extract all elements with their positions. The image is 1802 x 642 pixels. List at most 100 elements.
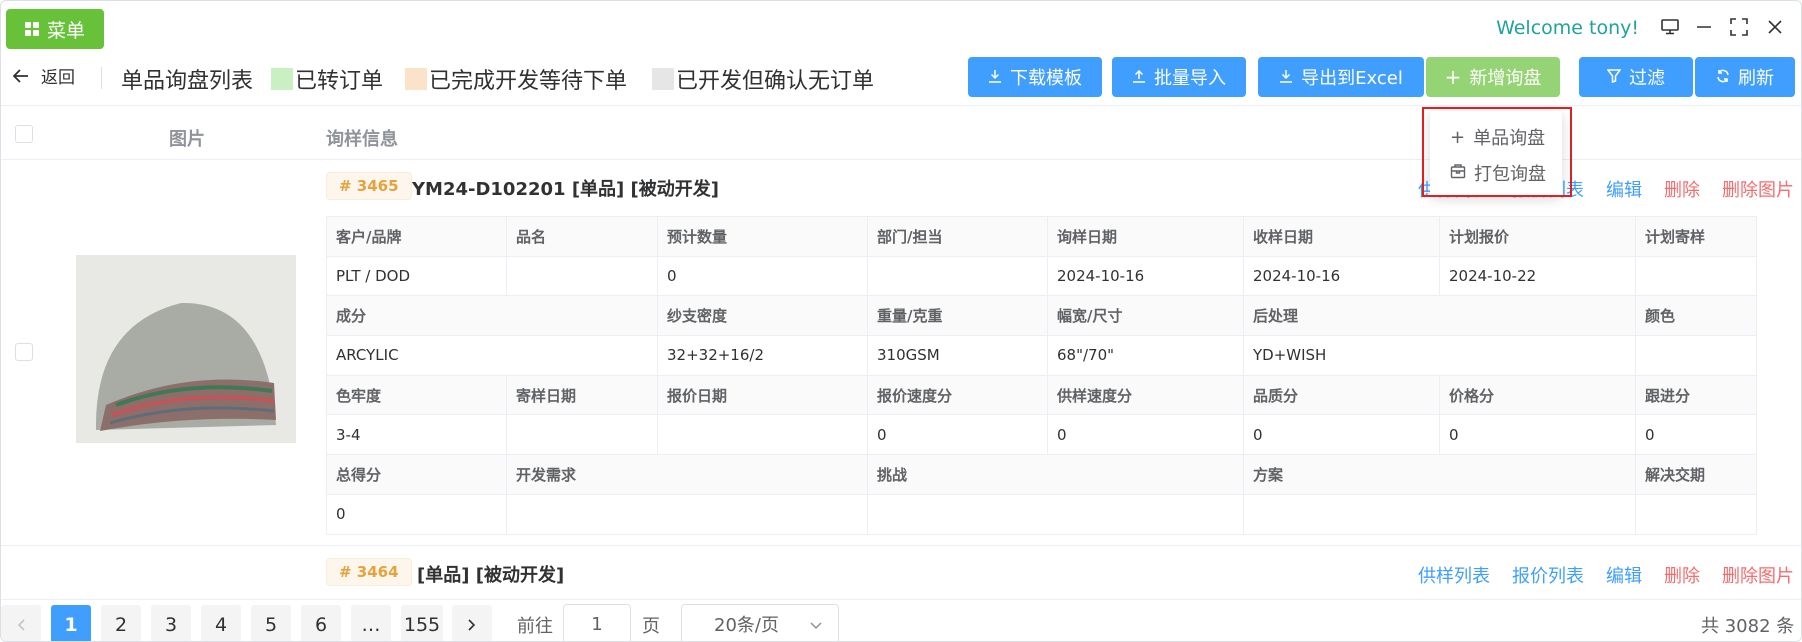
page-unit-label: 页: [642, 616, 660, 637]
field-value: YD+WISH: [1243, 335, 1636, 376]
field-value: 0: [1439, 414, 1636, 456]
chevron-right-icon: [468, 614, 476, 636]
field-label: 后处理: [1243, 295, 1636, 337]
edit-link[interactable]: 编辑: [1606, 562, 1642, 588]
filter-label: 过滤: [1629, 68, 1665, 89]
field-label: 幅宽/尺寸: [1047, 295, 1244, 337]
legend-label: 已开发但确认无订单: [676, 69, 875, 94]
page-number[interactable]: 6: [301, 605, 341, 641]
field-value: 2024-10-16: [1243, 255, 1440, 297]
menu-button[interactable]: 菜单: [6, 9, 104, 49]
field-value: [867, 255, 1048, 297]
page-size-select[interactable]: 20条/页: [681, 604, 839, 641]
field-value: 310GSM: [867, 335, 1048, 376]
new-inquiry-button[interactable]: + 新增询盘: [1426, 57, 1560, 97]
page-title: 单品询盘列表: [121, 69, 254, 94]
delete-link[interactable]: 删除: [1664, 176, 1700, 202]
edit-link[interactable]: 编辑: [1606, 176, 1642, 202]
highlight-box: [1422, 107, 1572, 197]
table-row: 客户/品牌 品名 预计数量 部门/担当 询样日期 收样日期 计划报价 计划寄样: [326, 216, 1757, 257]
table-row: 色牢度 寄样日期 报价日期 报价速度分 供样速度分 品质分 价格分 跟进分: [326, 374, 1757, 416]
quote-list-link[interactable]: 报价列表: [1512, 562, 1584, 588]
refresh-button[interactable]: 刷新: [1695, 57, 1795, 97]
legend-no-order: 已开发但确认无订单: [652, 63, 874, 95]
field-label: 客户/品牌: [326, 216, 507, 257]
field-value: ARCYLIC: [326, 335, 658, 376]
field-label: 颜色: [1635, 295, 1757, 337]
field-label: 询样日期: [1047, 216, 1244, 257]
field-value: PLT / DOD: [326, 255, 507, 297]
delete-image-link[interactable]: 删除图片: [1722, 562, 1794, 588]
page-number[interactable]: 4: [201, 605, 241, 641]
supply-list-link[interactable]: 供样列表: [1418, 562, 1490, 588]
minimize-icon[interactable]: [1691, 14, 1717, 40]
legend-waiting: 已完成开发等待下单: [405, 63, 627, 95]
monitor-icon[interactable]: [1657, 14, 1683, 40]
delete-link[interactable]: 删除: [1664, 562, 1700, 588]
table-row: 总得分 开发需求 挑战 方案 解决交期: [326, 454, 1757, 495]
field-value: 2024-10-22: [1439, 255, 1636, 297]
chevron-down-icon: [810, 614, 822, 635]
field-label: 计划报价: [1439, 216, 1636, 257]
download-template-button[interactable]: 下载模板: [968, 57, 1102, 97]
field-value: [506, 414, 658, 456]
column-header-info: 询样信息: [326, 129, 398, 150]
field-value: 0: [1047, 414, 1244, 456]
back-button[interactable]: 返回: [12, 63, 75, 88]
field-label: 成分: [326, 295, 658, 337]
legend-label: 已转订单: [295, 69, 384, 94]
field-value: 68"/70": [1047, 335, 1244, 376]
field-value: [1635, 335, 1757, 376]
upload-icon: [1132, 67, 1146, 88]
divider: [1, 545, 1801, 546]
field-value: [1243, 493, 1636, 535]
table-row: PLT / DOD 0 2024-10-16 2024-10-16 2024-1…: [326, 255, 1757, 297]
more-pages-button[interactable]: …: [351, 605, 391, 641]
select-all-checkbox[interactable]: [15, 125, 33, 143]
prev-page-button[interactable]: [1, 605, 41, 641]
field-label: 报价速度分: [867, 374, 1048, 416]
column-header-image: 图片: [169, 129, 205, 150]
field-label: 寄样日期: [506, 374, 658, 416]
page-number[interactable]: 1: [51, 605, 91, 641]
field-value: [1635, 493, 1757, 535]
page-number[interactable]: 3: [151, 605, 191, 641]
row-checkbox[interactable]: [15, 343, 33, 361]
table-row: ARCYLIC 32+32+16/2 310GSM 68"/70" YD+WIS…: [326, 335, 1757, 376]
delete-image-link[interactable]: 删除图片: [1722, 176, 1794, 202]
field-value: 0: [1635, 414, 1757, 456]
divider: [1, 105, 1801, 106]
page-number[interactable]: 155: [401, 605, 443, 641]
export-excel-button[interactable]: 导出到Excel: [1258, 57, 1424, 97]
field-value: [1635, 255, 1757, 297]
field-value: 0: [326, 493, 507, 535]
inquiry-number-tag: # 3465: [326, 172, 412, 200]
divider: [1, 599, 1801, 600]
inquiry-number-tag: # 3464: [326, 558, 412, 586]
fullscreen-icon[interactable]: [1726, 14, 1752, 40]
field-value: 0: [867, 414, 1048, 456]
download-template-label: 下载模板: [1010, 68, 1082, 89]
new-inquiry-label: 新增询盘: [1469, 68, 1542, 89]
next-page-button[interactable]: [452, 605, 492, 641]
close-icon[interactable]: [1762, 14, 1788, 40]
page-size-value: 20条/页: [714, 615, 779, 636]
inquiry-title: YM24-D102201 [单品] [被动开发]: [412, 179, 719, 200]
field-label: 报价日期: [657, 374, 868, 416]
table-row: 成分 纱支密度 重量/克重 幅宽/尺寸 后处理 颜色: [326, 295, 1757, 337]
goto-page-input[interactable]: 1: [563, 604, 631, 641]
field-value: 32+32+16/2: [657, 335, 868, 376]
field-value: [506, 255, 658, 297]
download-icon: [988, 67, 1002, 88]
plus-icon: +: [1444, 65, 1462, 89]
field-label: 预计数量: [657, 216, 868, 257]
app-window: 菜单 Welcome tony! 返回 单品询盘列表 已转订单 已完成开发等待下…: [0, 0, 1802, 642]
batch-import-button[interactable]: 批量导入: [1112, 57, 1246, 97]
field-label: 品质分: [1243, 374, 1440, 416]
download-icon: [1279, 67, 1293, 88]
page-number[interactable]: 2: [101, 605, 141, 641]
grid-icon: [24, 22, 39, 36]
filter-button[interactable]: 过滤: [1579, 57, 1693, 97]
page-number[interactable]: 5: [251, 605, 291, 641]
refresh-label: 刷新: [1738, 68, 1774, 89]
